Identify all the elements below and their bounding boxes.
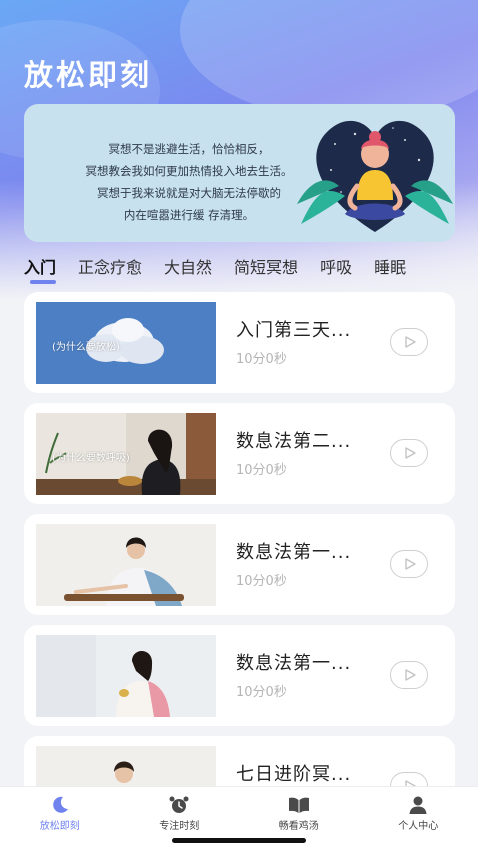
play-button[interactable] (390, 550, 428, 578)
session-title: 数息法第一... (236, 542, 352, 563)
tab-mindfulness[interactable]: 正念疗愈 (78, 254, 142, 286)
play-button[interactable] (390, 439, 428, 467)
nav-profile[interactable]: 个人中心 (359, 787, 478, 850)
banner-quote-line: 冥想不是逃避生活，恰恰相反， (108, 142, 270, 156)
person-icon (409, 796, 427, 814)
tab-sleep[interactable]: 睡眠 (374, 254, 406, 286)
tab-nature[interactable]: 大自然 (164, 254, 212, 286)
session-thumbnail (36, 635, 216, 717)
banner-quote-line: 内在喧嚣进行缓 存清理。 (123, 208, 255, 222)
play-button[interactable] (390, 328, 428, 356)
nav-label: 放松即刻 (39, 821, 80, 832)
header-mist (180, 0, 478, 120)
session-title: 入门第三天... (236, 320, 352, 341)
woman-seated-icon (36, 635, 216, 717)
play-icon (405, 336, 416, 348)
session-duration: 10分0秒 (236, 463, 287, 478)
alarm-clock-icon (169, 796, 189, 813)
session-title: 数息法第二... (236, 431, 352, 452)
list-item[interactable]: 数息法第一... 10分0秒 (24, 514, 455, 615)
tab-short-meditation[interactable]: 简短冥想 (234, 254, 298, 286)
nav-label: 个人中心 (398, 821, 439, 832)
page-title: 放松即刻 (24, 58, 153, 92)
play-button[interactable] (390, 661, 428, 689)
nav-label: 专注时刻 (159, 821, 200, 832)
nav-label: 畅看鸡汤 (278, 821, 319, 832)
session-title: 七日进阶冥... (236, 764, 352, 785)
session-thumbnail: (为什么要数呼吸) (36, 413, 216, 495)
quote-banner[interactable]: 冥想不是逃避生活，恰恰相反， 冥想教会我如何更加热情投入地去生活。 冥想于我来说… (24, 104, 455, 242)
home-indicator[interactable] (172, 838, 306, 843)
session-thumbnail: (为什么要放松) (36, 302, 216, 384)
woman-guqin-icon (36, 524, 216, 606)
tab-intro[interactable]: 入门 (24, 254, 57, 286)
banner-quote-line: 冥想于我来说就是对大脑无法停歇的 (97, 186, 281, 200)
meditation-heart-illustration (297, 120, 453, 232)
list-item[interactable]: (为什么要放松) 入门第三天... 10分0秒 (24, 292, 455, 393)
book-icon (288, 797, 309, 813)
category-tabs: 入门 正念疗愈 大自然 简短冥想 呼吸 睡眠 (24, 254, 464, 286)
list-item[interactable]: 数息法第一... 10分0秒 (24, 625, 455, 726)
session-duration: 10分0秒 (236, 685, 287, 700)
banner-quote-line: 冥想教会我如何更加热情投入地去生活。 (85, 164, 293, 178)
list-item[interactable]: (为什么要数呼吸) 数息法第二... 10分0秒 (24, 403, 455, 504)
thumbnail-caption: (为什么要数呼吸) (52, 453, 130, 464)
play-icon (405, 447, 416, 459)
session-title: 数息法第一... (236, 653, 352, 674)
moon-icon (52, 796, 68, 813)
banner-quote: 冥想不是逃避生活，恰恰相反， 冥想教会我如何更加热情投入地去生活。 冥想于我来说… (54, 138, 324, 226)
session-thumbnail (36, 524, 216, 606)
thumbnail-caption: (为什么要放松) (52, 342, 120, 353)
tab-breathing[interactable]: 呼吸 (320, 254, 352, 286)
session-duration: 10分0秒 (236, 352, 287, 367)
nav-relax[interactable]: 放松即刻 (0, 787, 120, 850)
session-duration: 10分0秒 (236, 574, 287, 589)
play-icon (405, 558, 416, 570)
play-icon (405, 669, 416, 681)
